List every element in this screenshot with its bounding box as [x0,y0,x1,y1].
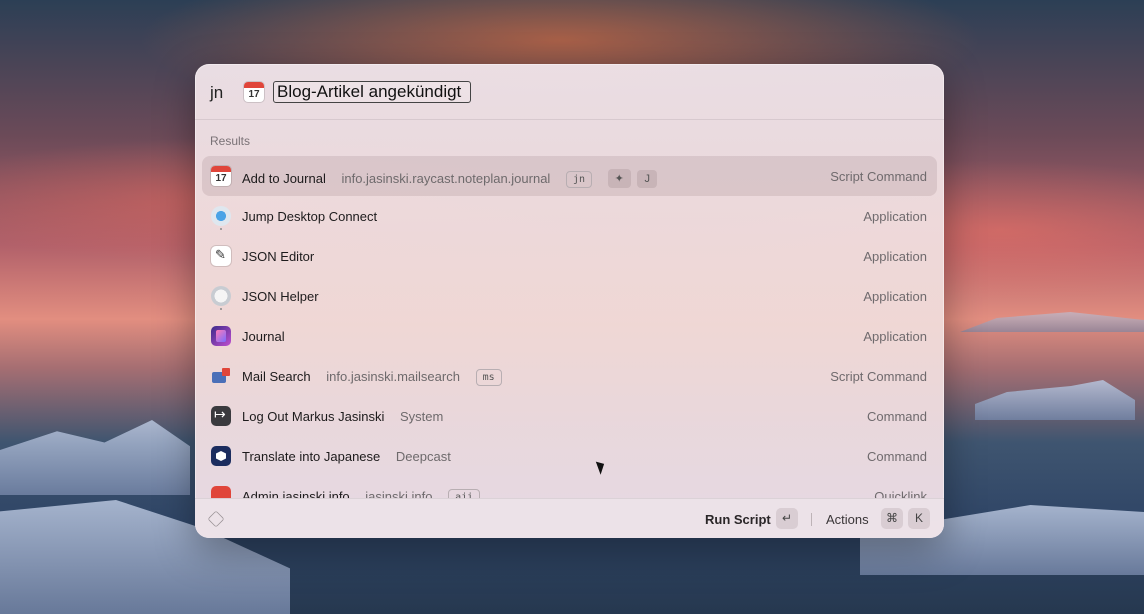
result-row-translate-japanese[interactable]: Translate into Japanese Deepcast Command [202,436,937,476]
result-kind: Application [863,329,927,344]
running-indicator [220,308,222,310]
results-section-title: Results [210,134,251,148]
json-helper-icon [211,286,231,306]
result-kind: Script Command [830,169,927,184]
alias-badge: ms [475,369,502,386]
background-iceberg [960,312,1144,332]
command-prefix: jn [210,83,224,102]
launcher-window: jn 17 Blog-Artikel angekündigt Results 1… [195,64,944,538]
action-bar: Run Script ↵ Actions ⌘ K [195,498,944,538]
result-row-journal[interactable]: Journal Application [202,316,937,356]
result-row-mail-search[interactable]: Mail Search info.jasinski.mailsearch ms … [202,356,937,396]
result-kind: Command [867,409,927,424]
mailbox-icon [211,366,231,386]
result-title: Mail Search [242,369,311,384]
logout-icon [211,406,231,426]
result-kind: Script Command [830,369,927,384]
divider [811,513,812,526]
result-title: Jump Desktop Connect [242,209,378,224]
result-title: Add to Journal [242,171,326,186]
raycast-logo-icon[interactable] [207,510,225,528]
search-input[interactable]: Blog-Artikel angekündigt [273,81,471,103]
hotkey-key: ✦ [607,169,631,188]
deepcast-icon [211,446,231,466]
result-kind: Application [863,289,927,304]
journal-icon [211,326,231,346]
jump-desktop-icon [211,206,231,226]
result-kind: Command [867,449,927,464]
result-row-json-editor[interactable]: JSON Editor Application [202,236,937,276]
running-indicator [220,228,222,230]
hotkey-key: J [637,170,657,188]
background-iceberg [0,420,190,495]
result-kind: Application [863,209,927,224]
alias-badge: jn [565,171,592,188]
result-row-jump-desktop-connect[interactable]: Jump Desktop Connect Application [202,196,937,236]
calendar-icon: 17 [211,166,231,186]
command-key-hint: ⌘ [881,508,903,529]
result-title: Translate into Japanese [242,449,381,464]
result-title: JSON Helper [242,289,319,304]
result-row-add-to-journal[interactable]: 17 Add to Journal info.jasinski.raycast.… [202,156,937,196]
result-row-json-helper[interactable]: JSON Helper Application [202,276,937,316]
result-subtitle: Deepcast [395,449,451,464]
k-key-hint: K [908,508,930,529]
result-subtitle: System [399,409,444,424]
result-row-log-out[interactable]: Log Out Markus Jasinski System Command [202,396,937,436]
results-list: 17 Add to Journal info.jasinski.raycast.… [202,156,937,499]
result-row-admin-jasinski[interactable]: Admin jasinski.info jasinski.info aji Qu… [202,476,937,499]
return-key-hint: ↵ [776,508,798,529]
result-title: Log Out Markus Jasinski [242,409,385,424]
actions-button[interactable]: Actions [826,512,869,527]
result-subtitle: info.jasinski.raycast.noteplan.journal [341,171,551,186]
calendar-icon: 17 [244,82,264,102]
result-title: JSON Editor [242,249,315,264]
search-bar: jn 17 Blog-Artikel angekündigt [195,64,944,120]
result-title: Journal [242,329,285,344]
result-kind: Application [863,249,927,264]
result-subtitle: info.jasinski.mailsearch [326,369,460,384]
background-iceberg [975,380,1135,420]
json-editor-icon [211,246,231,266]
primary-action-button[interactable]: Run Script [705,512,771,527]
